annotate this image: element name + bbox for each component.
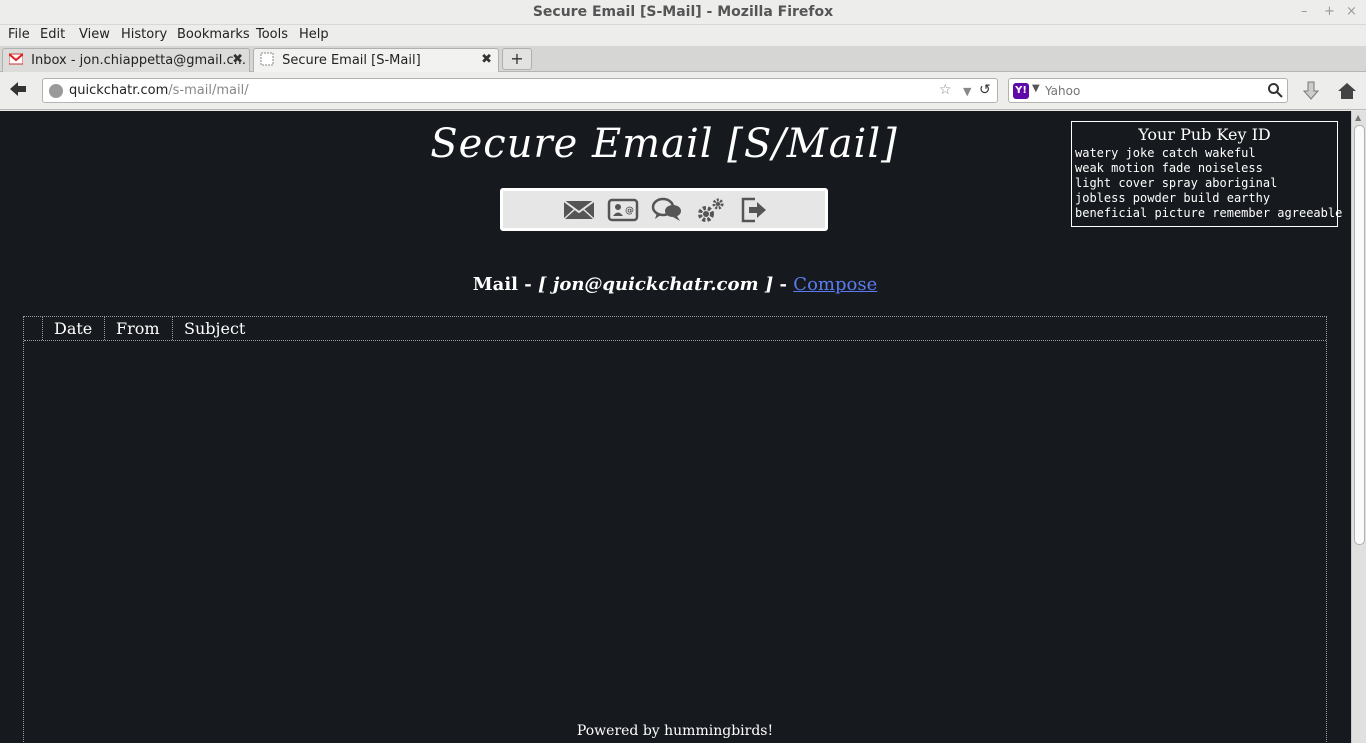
pubkey-line: light cover spray aboriginal xyxy=(1075,176,1278,190)
app-toolbar: @ xyxy=(500,188,828,231)
url-text[interactable]: quickchatr.com/s-mail/mail/ xyxy=(69,83,249,98)
menu-tools[interactable]: Tools xyxy=(256,27,288,42)
chat-icon[interactable] xyxy=(651,196,683,224)
column-header-date[interactable]: Date xyxy=(43,317,105,340)
menu-file[interactable]: File xyxy=(8,27,30,42)
close-tab-icon[interactable]: ✖ xyxy=(481,52,492,67)
gmail-icon xyxy=(9,53,23,65)
pubkey-line: beneficial picture remember agreeable xyxy=(1075,206,1343,220)
mail-heading-label: Mail - xyxy=(472,274,539,295)
column-header-from[interactable]: From xyxy=(105,317,173,340)
search-input[interactable] xyxy=(1045,82,1265,100)
window-title: Secure Email [S-Mail] - Mozilla Firefox xyxy=(532,4,834,20)
downloads-icon[interactable] xyxy=(1300,80,1322,102)
contacts-icon[interactable]: @ xyxy=(607,196,639,224)
scrollbar-thumb[interactable] xyxy=(1354,125,1365,545)
bookmark-star-icon[interactable]: ☆ xyxy=(939,82,952,98)
menu-edit[interactable]: Edit xyxy=(40,27,65,42)
mail-heading-separator: - xyxy=(773,274,794,295)
page-scrollbar[interactable]: ▲ xyxy=(1351,111,1366,743)
compose-link[interactable]: Compose xyxy=(793,274,877,295)
column-header-select[interactable] xyxy=(24,317,43,340)
back-arrow-icon xyxy=(10,82,26,96)
tab-inbox[interactable]: Inbox - jon.chiappetta@gmail.c... ✖ xyxy=(2,48,250,72)
search-icon[interactable] xyxy=(1267,82,1283,98)
tab-secure-email[interactable]: Secure Email [S-Mail] ✖ xyxy=(253,48,499,72)
page-content: Secure Email [S/Mail] @ Mail - [jon@qui… xyxy=(0,111,1366,743)
new-tab-button[interactable]: + xyxy=(502,48,532,70)
close-window-button[interactable]: × xyxy=(1346,4,1357,19)
pubkey-panel: Your Pub Key ID watery joke catch wakefu… xyxy=(1071,121,1343,227)
pubkey-title: Your Pub Key ID xyxy=(1138,125,1271,144)
navigation-bar: quickchatr.com/s-mail/mail/ ☆ ▼ ↺ Y! ▼ xyxy=(0,72,1366,110)
logout-icon[interactable] xyxy=(739,196,771,224)
tab-label: Secure Email [S-Mail] xyxy=(282,53,421,68)
menu-bookmarks[interactable]: Bookmarks xyxy=(177,27,250,42)
blank-page-icon xyxy=(260,52,274,66)
pubkey-words: watery joke catch wakeful weak motion fad… xyxy=(1075,146,1343,221)
pubkey-line: watery joke catch wakeful xyxy=(1075,146,1256,160)
close-tab-icon[interactable]: ✖ xyxy=(232,52,243,67)
scroll-up-icon[interactable]: ▲ xyxy=(1355,113,1361,122)
menu-view[interactable]: View xyxy=(79,27,110,42)
reload-icon[interactable]: ↺ xyxy=(979,82,991,98)
menu-history[interactable]: History xyxy=(121,27,167,42)
tab-bar: Inbox - jon.chiappetta@gmail.c... ✖ Secu… xyxy=(0,46,1366,72)
search-bar[interactable]: Y! ▼ xyxy=(1008,78,1288,103)
mail-icon[interactable] xyxy=(563,196,595,224)
home-icon[interactable] xyxy=(1336,80,1358,102)
maximize-button[interactable]: + xyxy=(1324,4,1335,19)
minimize-button[interactable]: – xyxy=(1301,4,1308,19)
tab-label: Inbox - jon.chiappetta@gmail.c... xyxy=(31,53,247,68)
search-engine-dropdown-icon[interactable]: ▼ xyxy=(1032,83,1040,94)
mail-heading: Mail - [ jon@quickchatr.com ] - Compose xyxy=(0,274,1350,295)
pubkey-line: jobless powder build earthy xyxy=(1075,191,1271,205)
mail-heading-address: [ jon@quickchatr.com ] xyxy=(538,274,774,295)
settings-icon[interactable] xyxy=(695,196,727,224)
column-header-subject[interactable]: Subject xyxy=(173,317,256,340)
window-titlebar: Secure Email [S-Mail] - Mozilla Firefox … xyxy=(0,0,1366,25)
menu-bar: File Edit View History Bookmarks Tools H… xyxy=(0,25,1366,46)
pubkey-line: weak motion fade noiseless xyxy=(1075,161,1263,175)
mail-table: Date From Subject xyxy=(23,316,1327,743)
mail-table-header: Date From Subject xyxy=(24,317,1326,341)
menu-help[interactable]: Help xyxy=(299,27,329,42)
globe-icon xyxy=(49,84,63,98)
back-button[interactable] xyxy=(8,80,30,100)
page-footer: Powered by hummingbirds! xyxy=(576,723,774,739)
url-bar[interactable]: quickchatr.com/s-mail/mail/ ☆ ▼ ↺ xyxy=(42,78,998,103)
svg-text:@: @ xyxy=(625,206,634,216)
history-dropdown-icon[interactable]: ▼ xyxy=(963,85,971,98)
yahoo-logo-icon[interactable]: Y! xyxy=(1013,83,1029,99)
